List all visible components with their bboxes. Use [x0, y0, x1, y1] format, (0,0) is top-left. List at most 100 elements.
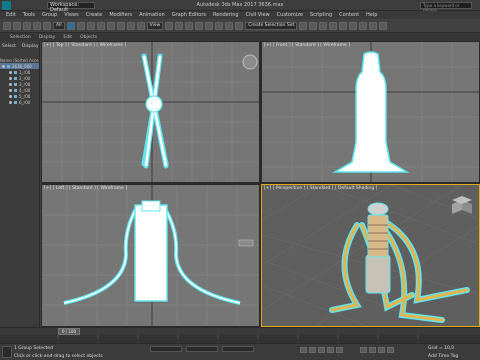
snaps-toggle-icon[interactable] — [195, 21, 204, 30]
keyboard-shortcut-icon[interactable] — [185, 21, 194, 30]
visibility-eye-icon[interactable] — [9, 82, 12, 86]
rectangular-selection-icon[interactable] — [86, 21, 95, 30]
window-title: Autodesk 3ds Max 2017 3636.max — [196, 2, 284, 8]
selection-filter-dropdown[interactable]: All — [53, 21, 65, 30]
rotate-icon[interactable] — [116, 21, 125, 30]
time-slider[interactable]: 0 / 100 — [58, 328, 80, 335]
front-view-canvas — [262, 42, 479, 182]
pan-icon[interactable] — [378, 347, 385, 353]
redo-icon[interactable] — [13, 21, 21, 30]
search-input[interactable]: Type a keyword or phrase — [420, 2, 472, 13]
group-icon — [7, 64, 10, 68]
visibility-eye-icon[interactable] — [9, 94, 12, 98]
visibility-eye-icon[interactable] — [9, 88, 12, 92]
selection-set-dropdown[interactable]: Create Selection Set — [245, 21, 298, 30]
viewcube-icon[interactable] — [242, 54, 258, 70]
zoom-icon[interactable] — [360, 347, 367, 353]
ribbon-tab-objects[interactable]: Objects — [80, 35, 97, 40]
render-setup-icon[interactable] — [359, 21, 368, 30]
maxscript-listener[interactable] — [2, 346, 12, 358]
undo-icon[interactable] — [3, 21, 11, 30]
maximize-viewport-icon[interactable] — [387, 347, 394, 353]
edit-named-selection-icon[interactable] — [235, 21, 244, 30]
previous-frame-icon[interactable] — [309, 347, 316, 353]
go-to-start-icon[interactable] — [300, 347, 307, 353]
ribbon-bar: Selection Display Edit Objects — [0, 33, 480, 41]
menu-item-rendering[interactable]: Rendering — [213, 11, 239, 19]
spinner-snap-icon[interactable] — [225, 21, 234, 30]
menu-item-animation[interactable]: Animation — [139, 11, 165, 19]
scene-tab-display[interactable]: Display — [22, 44, 39, 49]
visibility-eye-icon[interactable] — [9, 70, 12, 74]
object-icon — [14, 100, 17, 104]
curve-editor-icon[interactable] — [329, 21, 338, 30]
go-to-end-icon[interactable] — [336, 347, 343, 353]
menu-item-customize[interactable]: Customize — [277, 11, 303, 19]
y-coordinate-field[interactable] — [186, 346, 218, 352]
ribbon-tab-edit[interactable]: Edit — [63, 35, 72, 40]
z-coordinate-field[interactable] — [222, 346, 254, 352]
scale-icon[interactable] — [126, 21, 135, 30]
select-manipulate-icon[interactable] — [175, 21, 184, 30]
viewport-label-top[interactable]: [+] [ Top ] [ Standard ] [ Wireframe ] — [44, 43, 126, 48]
menu-item-edit[interactable]: Edit — [6, 11, 16, 19]
angle-snap-icon[interactable] — [205, 21, 214, 30]
menu-item-views[interactable]: Views — [64, 11, 78, 19]
x-coordinate-field[interactable] — [150, 346, 182, 352]
scene-explorer: Select Display Name (Sorted Ascending) 3… — [0, 41, 40, 329]
render-frame-icon[interactable] — [369, 21, 378, 30]
scene-column-header[interactable]: Name (Sorted Ascending) — [0, 58, 39, 63]
play-icon[interactable] — [318, 347, 325, 353]
schematic-view-icon[interactable] — [339, 21, 348, 30]
visibility-eye-icon[interactable] — [2, 64, 5, 68]
menu-item-content[interactable]: Content — [339, 11, 359, 19]
percent-snap-icon[interactable] — [215, 21, 224, 30]
menu-item-graph-editors[interactable]: Graph Editors — [172, 11, 206, 19]
visibility-eye-icon[interactable] — [9, 76, 12, 80]
viewport-front[interactable]: [+] [ Front ] [ Standard ] [ Wireframe ] — [261, 41, 480, 183]
visibility-eye-icon[interactable] — [9, 100, 12, 104]
placement-icon[interactable] — [136, 21, 145, 30]
title-bar: Workspace: Default Autodesk 3ds Max 2017… — [0, 0, 480, 13]
time-slider-bar[interactable]: 0 / 100 — [0, 327, 480, 335]
ribbon-tab-display[interactable]: Display — [39, 35, 56, 40]
viewport-perspective[interactable]: [+] [ Perspective ] [ Standard ] [ Defau… — [261, 184, 480, 327]
mirror-icon[interactable] — [299, 21, 308, 30]
add-time-tag-button[interactable]: Add Time Tag — [428, 354, 458, 359]
menu-item-scripting[interactable]: Scripting — [310, 11, 332, 19]
coordinate-fields — [150, 346, 254, 352]
reference-coordinate-dropdown[interactable]: View — [146, 21, 164, 30]
next-frame-icon[interactable] — [327, 347, 334, 353]
viewport-label-perspective[interactable]: [+] [ Perspective ] [ Standard ] [ Defau… — [264, 186, 377, 191]
material-editor-icon[interactable] — [349, 21, 358, 30]
viewcube-icon[interactable] — [238, 239, 254, 247]
menu-item-group[interactable]: Group — [42, 11, 57, 19]
viewport-top[interactable]: [+] [ Top ] [ Standard ] [ Wireframe ] — [41, 41, 260, 183]
viewport-left[interactable]: [+] [ Left ] [ Standard ] [ Wireframe ] — [41, 184, 260, 327]
link-icon[interactable] — [23, 21, 31, 30]
bind-space-warp-icon[interactable] — [43, 21, 51, 30]
menu-item-help[interactable]: Help — [366, 11, 377, 19]
align-icon[interactable] — [309, 21, 318, 30]
menu-item-create[interactable]: Create — [86, 11, 103, 19]
menu-item-civil-view[interactable]: Civil View — [246, 11, 270, 19]
grid-size: Grid = 10,0 — [428, 346, 455, 351]
pivot-center-icon[interactable] — [165, 21, 174, 30]
menu-item-modifiers[interactable]: Modifiers — [109, 11, 132, 19]
render-icon[interactable] — [379, 21, 388, 30]
track-bar[interactable] — [0, 335, 480, 343]
window-crossing-icon[interactable] — [96, 21, 105, 30]
orbit-icon[interactable] — [369, 347, 376, 353]
ribbon-tab-selection[interactable]: Selection — [10, 35, 31, 40]
select-by-name-icon[interactable] — [76, 21, 85, 30]
unlink-icon[interactable] — [33, 21, 41, 30]
viewport-label-front[interactable]: [+] [ Front ] [ Standard ] [ Wireframe ] — [264, 43, 350, 48]
scene-tab-select[interactable]: Select — [2, 44, 16, 49]
layer-explorer-icon[interactable] — [319, 21, 328, 30]
scene-list-item[interactable]: 6_r00 — [0, 99, 39, 105]
move-icon[interactable] — [106, 21, 115, 30]
viewcube-icon[interactable] — [452, 196, 472, 214]
select-object-icon[interactable] — [66, 21, 75, 30]
viewport-label-left[interactable]: [+] [ Left ] [ Standard ] [ Wireframe ] — [44, 186, 127, 191]
menu-item-tools[interactable]: Tools — [23, 11, 35, 19]
